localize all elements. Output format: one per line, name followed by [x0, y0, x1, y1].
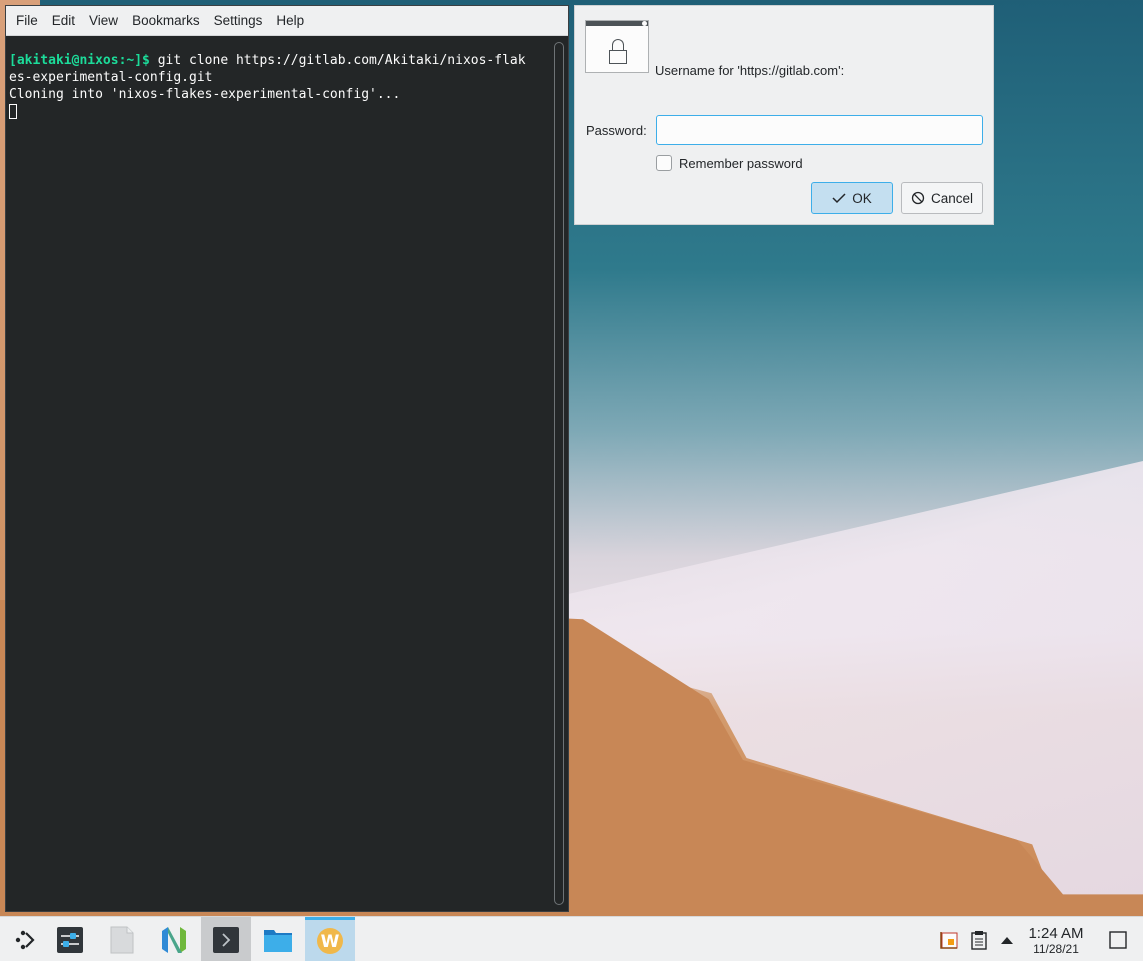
command-line-wrap: es-experimental-config.git [9, 70, 213, 85]
clone-output: Cloning into 'nixos-flakes-experimental-… [9, 87, 401, 102]
show-desktop-icon [1109, 930, 1127, 949]
text-file-icon [110, 926, 134, 953]
system-settings-icon [57, 926, 83, 953]
terminal-cursor [9, 104, 17, 119]
terminal-menubar: File Edit View Bookmarks Settings Help [6, 6, 568, 36]
menu-file[interactable]: File [9, 6, 45, 36]
svg-text:W: W [321, 932, 340, 952]
terminal-window[interactable]: File Edit View Bookmarks Settings Help [… [5, 5, 569, 912]
menu-settings[interactable]: Settings [207, 6, 270, 36]
shell-prompt: [akitaki@nixos:~]$ [9, 53, 150, 68]
clock-date[interactable]: 11/28/21 [1024, 942, 1088, 956]
command-line: git clone https://gitlab.com/Akitaki/nix… [149, 53, 526, 68]
task-file-manager[interactable] [253, 917, 303, 961]
task-text-file[interactable] [97, 917, 147, 961]
application-launcher-icon [15, 930, 35, 949]
remember-password-option[interactable]: Remember password [656, 155, 803, 171]
cancel-icon [911, 191, 925, 205]
tray-system-monitor[interactable] [936, 917, 962, 961]
dialog-prompt: Username for 'https://gitlab.com': [655, 63, 845, 78]
tray-clipboard[interactable] [966, 917, 992, 961]
checkmark-icon [832, 193, 846, 204]
task-neovim[interactable] [149, 917, 199, 961]
cancel-button[interactable]: Cancel [901, 182, 983, 214]
show-desktop-button[interactable] [1104, 917, 1132, 961]
password-input[interactable] [656, 115, 983, 145]
terminal-output[interactable]: [akitaki@nixos:~]$ git clone https://git… [6, 37, 552, 911]
remember-password-checkbox[interactable] [656, 155, 672, 171]
task-system-settings[interactable] [45, 917, 95, 961]
menu-view[interactable]: View [82, 6, 125, 36]
tray-expander[interactable] [996, 917, 1018, 961]
terminal-scrollbar[interactable] [554, 42, 564, 905]
task-wine[interactable]: W [305, 917, 355, 961]
remember-password-label: Remember password [679, 155, 803, 171]
password-lock-icon [585, 20, 649, 73]
taskbar: W 1:24 AM 11/28/21 [0, 916, 1143, 961]
chevron-up-icon [1001, 936, 1013, 944]
menu-bookmarks[interactable]: Bookmarks [125, 6, 207, 36]
application-launcher[interactable] [0, 917, 50, 961]
file-manager-icon [264, 929, 292, 952]
ok-label: OK [852, 190, 872, 206]
system-monitor-icon [940, 931, 958, 949]
terminal-icon [213, 926, 239, 953]
password-label: Password: [586, 123, 647, 138]
credential-dialog: Username for 'https://gitlab.com': Passw… [574, 5, 994, 225]
wine-icon: W [317, 928, 343, 954]
menu-edit[interactable]: Edit [45, 6, 82, 36]
cancel-label: Cancel [930, 190, 974, 206]
menu-help[interactable]: Help [269, 6, 311, 36]
clipboard-icon [971, 930, 987, 950]
neovim-icon [162, 926, 186, 953]
ok-button[interactable]: OK [811, 182, 893, 214]
task-terminal[interactable] [201, 917, 251, 961]
clock-time[interactable]: 1:24 AM [1024, 925, 1088, 942]
